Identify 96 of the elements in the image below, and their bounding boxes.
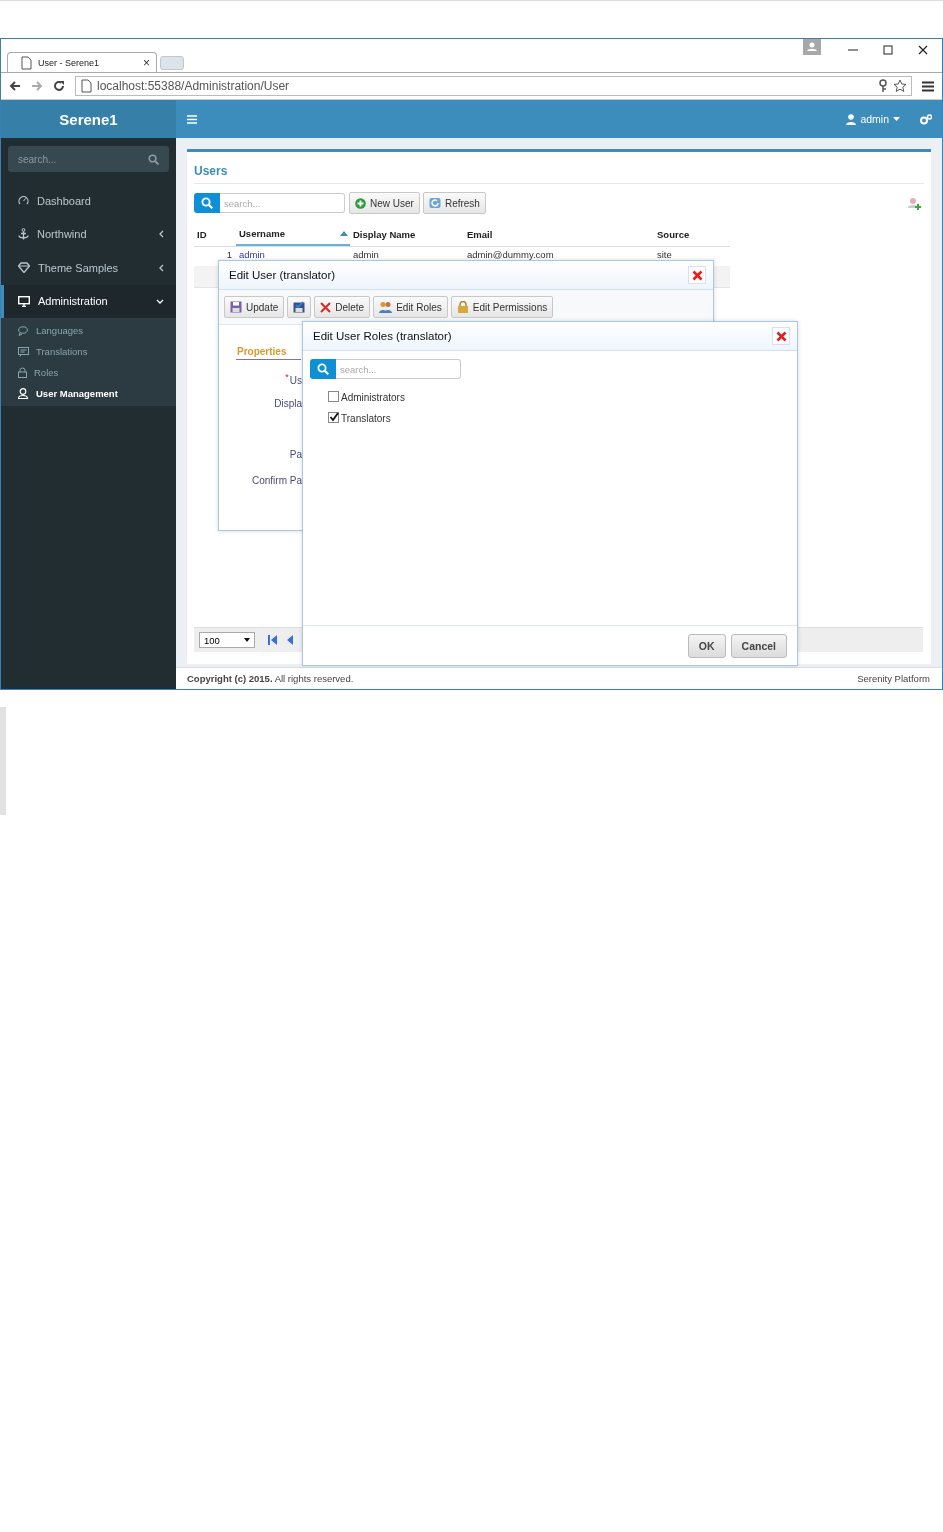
lock-icon — [456, 301, 469, 313]
maximize-icon — [883, 45, 893, 55]
search-icon — [148, 154, 159, 165]
submenu-item[interactable]: User Management — [1, 383, 176, 404]
star-icon — [893, 79, 907, 93]
refresh-icon — [428, 197, 441, 209]
close-icon — [775, 330, 787, 342]
search-field[interactable]: search... — [220, 193, 345, 213]
floppy-check-icon — [293, 301, 306, 313]
checkbox-label[interactable]: Translators — [341, 413, 391, 424]
users-icon — [379, 301, 393, 313]
table-cell-text: admin — [352, 247, 380, 261]
ok-button[interactable]: OK — [687, 633, 726, 658]
forward-arrow-icon — [31, 80, 43, 92]
submenu-item[interactable]: Languages — [1, 320, 176, 341]
dialog-title: Edit User Roles (translator) — [313, 330, 452, 342]
cancel-button[interactable]: Cancel — [730, 633, 787, 658]
close-button[interactable] — [688, 266, 706, 284]
refresh-button[interactable]: Refresh — [422, 192, 486, 214]
close-icon — [918, 45, 928, 55]
tab-close-button[interactable]: × — [143, 55, 150, 70]
back-arrow-icon — [9, 80, 21, 92]
plus-circle-icon — [355, 197, 366, 209]
monitor-icon — [18, 295, 30, 307]
copyright-text: Copyright (c) 2015. All rights reserved. — [187, 673, 354, 684]
field-label: Confirm Pa — [252, 475, 302, 488]
submenu-item[interactable]: Roles — [1, 362, 176, 383]
chevron-left-icon — [159, 263, 164, 272]
new-user-button[interactable]: New User — [349, 192, 420, 214]
field-label: $^{*}$Us — [285, 372, 302, 389]
column-header[interactable]: Display Name — [350, 222, 464, 246]
search-icon — [317, 363, 329, 375]
column-header[interactable]: Source — [654, 222, 730, 246]
x-icon — [320, 301, 332, 313]
page-icon — [80, 79, 92, 93]
close-button[interactable] — [772, 327, 790, 345]
username-link[interactable]: admin — [236, 247, 350, 261]
sidebar-item[interactable]: Administration — [1, 284, 176, 318]
page-icon — [20, 55, 32, 70]
required-mark: * — [285, 372, 289, 382]
apply-button[interactable] — [287, 296, 312, 318]
update-button[interactable]: Update — [224, 296, 285, 318]
gauge-icon — [18, 195, 29, 207]
previous-page-icon — [287, 635, 293, 645]
lock-icon — [18, 367, 27, 378]
caret-icon — [893, 117, 900, 121]
search-button[interactable] — [310, 359, 336, 379]
column-header[interactable]: Email — [464, 222, 654, 246]
search-icon — [201, 197, 213, 209]
edit-roles-button[interactable]: Edit Roles — [373, 296, 448, 318]
field-label: Pa — [289, 449, 302, 462]
sidebar-item[interactable]: Dashboard — [1, 184, 176, 218]
first-page-icon — [268, 635, 277, 645]
reload-icon — [53, 80, 65, 92]
table-cell-text: 1 — [225, 247, 233, 261]
chevron-left-icon — [159, 230, 164, 239]
browser-tab[interactable]: User - Serene1 × — [7, 52, 157, 72]
column-header[interactable]: Username — [236, 222, 350, 246]
checkbox[interactable] — [328, 411, 339, 423]
caret-icon — [244, 638, 250, 642]
checkbox[interactable] — [328, 390, 339, 402]
column-header[interactable]: ID — [194, 222, 236, 246]
dialog-title: Edit User (translator) — [229, 269, 336, 281]
checkbox-label[interactable]: Administrators — [341, 392, 405, 403]
sidebar-item[interactable]: Northwind — [1, 217, 176, 251]
search-field[interactable]: search... — [8, 146, 169, 172]
user-icon — [18, 388, 29, 399]
table-cell-text: admin@dummy.com — [466, 247, 555, 261]
key-icon — [878, 79, 888, 93]
submenu-item[interactable]: Translations — [1, 341, 176, 362]
page-size-select[interactable]: 100 — [199, 632, 255, 648]
user-icon — [846, 113, 857, 125]
close-icon — [691, 269, 703, 281]
menu-icon — [922, 80, 934, 92]
message-icon — [18, 346, 29, 357]
search-field[interactable]: search... — [336, 359, 461, 379]
anchor-icon — [18, 228, 29, 241]
app-logo[interactable]: Serene1 — [1, 100, 176, 138]
panel-title: Users — [194, 152, 924, 184]
edit-permissions-button[interactable]: Edit Permissions — [450, 296, 554, 318]
table-cell-text: site — [656, 247, 673, 261]
delete-button[interactable]: Delete — [314, 296, 371, 318]
address-field[interactable]: localhost:55388/Administration/User — [75, 76, 912, 96]
sidebar-item[interactable]: Theme Samples — [1, 251, 176, 285]
tab-title: User - Serene1 — [38, 57, 101, 68]
search-button[interactable] — [194, 193, 220, 213]
field-label: Displa — [274, 398, 302, 411]
chevron-down-icon — [156, 298, 164, 304]
sort-arrow-icon — [340, 230, 348, 236]
user-add-icon — [907, 196, 921, 210]
menu-button[interactable] — [187, 114, 197, 124]
platform-text: Serenity Platform — [857, 673, 930, 684]
settings-button[interactable] — [920, 113, 932, 125]
user-menu[interactable]: admin — [846, 113, 900, 125]
chat-icon — [18, 325, 29, 336]
diamond-icon — [18, 262, 30, 274]
